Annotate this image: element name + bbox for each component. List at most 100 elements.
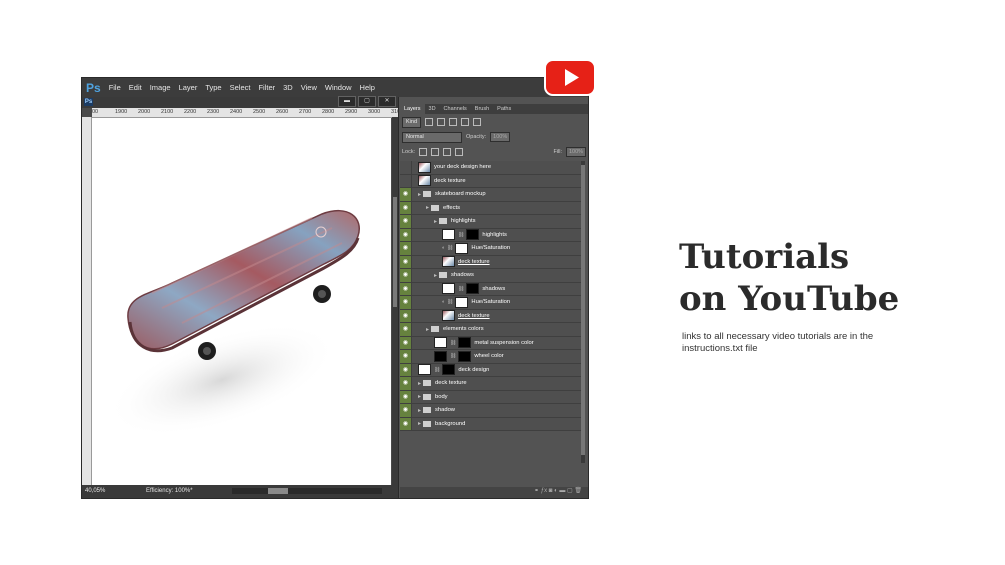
tab-layers[interactable]: Layers — [400, 104, 425, 114]
eye-icon[interactable]: ◉ — [400, 215, 412, 228]
layer-row[interactable]: ◉ ⛓ wheel color — [400, 350, 582, 364]
layer-row[interactable]: ◉ ◐ ⛓ Hue/Saturation — [400, 296, 582, 310]
opacity-field[interactable]: 100% — [490, 132, 511, 142]
expand-chevron-icon[interactable]: ▸ — [434, 272, 437, 279]
menu-view[interactable]: View — [301, 83, 317, 92]
layer-row[interactable]: ◉ ▸ elements colors — [400, 323, 582, 337]
eye-icon[interactable]: ◉ — [400, 390, 412, 403]
layer-row[interactable]: ◉ ▸ background — [400, 417, 582, 431]
eye-icon[interactable]: ◉ — [400, 336, 412, 349]
layer-row[interactable]: ◉ ⛓ shadows — [400, 282, 582, 296]
expand-chevron-icon[interactable]: ▸ — [418, 380, 421, 387]
eye-icon[interactable]: ◉ — [400, 188, 412, 201]
eye-icon[interactable]: ◉ — [400, 363, 412, 376]
layer-row[interactable]: ◉ deck texture — [400, 309, 582, 323]
filter-type-icon[interactable] — [449, 118, 458, 126]
layer-row[interactable]: ◉ ⛓ metal suspension color — [400, 336, 582, 350]
expand-chevron-icon[interactable]: ▸ — [426, 204, 429, 211]
chain-link-icon[interactable]: ⛓ — [447, 245, 453, 251]
new-group-icon[interactable]: ▬ — [559, 488, 567, 494]
zoom-level[interactable]: 40,05% — [85, 488, 105, 494]
eye-icon[interactable] — [400, 161, 412, 174]
trash-icon[interactable]: 🗑 — [574, 488, 582, 494]
layer-row[interactable]: ◉ ▸ skateboard mockup — [400, 188, 582, 202]
menu-filter[interactable]: Filter — [258, 83, 275, 92]
lock-all-icon[interactable] — [455, 148, 464, 156]
canvas-vertical-scrollbar[interactable] — [392, 117, 398, 485]
youtube-logo-icon[interactable] — [544, 59, 596, 96]
tab-brush[interactable]: Brush — [471, 104, 493, 114]
expand-chevron-icon[interactable]: ▸ — [426, 326, 429, 333]
eye-icon[interactable]: ◉ — [400, 228, 412, 241]
tab-3d[interactable]: 3D — [425, 104, 440, 114]
layer-row[interactable]: ◉ ⛓ highlights — [400, 228, 582, 242]
eye-icon[interactable]: ◉ — [400, 282, 412, 295]
expand-chevron-icon[interactable]: ▸ — [418, 407, 421, 414]
chain-link-icon[interactable]: ⛓ — [450, 340, 456, 346]
filter-pixel-icon[interactable] — [425, 118, 434, 126]
filter-smartobject-icon[interactable] — [473, 118, 482, 126]
eye-icon[interactable]: ◉ — [400, 309, 412, 322]
blend-mode-select[interactable]: Normal — [402, 131, 462, 143]
filter-adjustment-icon[interactable] — [437, 118, 446, 126]
eye-icon[interactable]: ◉ — [400, 350, 412, 363]
eye-icon[interactable]: ◉ — [400, 269, 412, 282]
menu-file[interactable]: File — [109, 83, 121, 92]
layers-scrollbar[interactable] — [581, 161, 585, 463]
menu-type[interactable]: Type — [205, 83, 221, 92]
menu-layer[interactable]: Layer — [179, 83, 198, 92]
tab-paths[interactable]: Paths — [493, 104, 515, 114]
eye-icon[interactable]: ◉ — [400, 404, 412, 417]
eye-icon[interactable]: ◉ — [400, 296, 412, 309]
layer-row[interactable]: ◉ ▸ shadows — [400, 269, 582, 283]
eye-icon[interactable]: ◉ — [400, 242, 412, 255]
layer-row[interactable]: ◉ ▸ effects — [400, 201, 582, 215]
filter-shape-icon[interactable] — [461, 118, 470, 126]
menu-help[interactable]: Help — [360, 83, 375, 92]
eye-icon[interactable]: ◉ — [400, 201, 412, 214]
expand-chevron-icon[interactable]: ▸ — [434, 218, 437, 225]
chain-link-icon[interactable]: ⛓ — [450, 353, 456, 359]
canvas-horizontal-scrollbar[interactable] — [232, 488, 382, 494]
tab-channels[interactable]: Channels — [440, 104, 471, 114]
chain-link-icon[interactable]: ⛓ — [458, 232, 464, 238]
menu-select[interactable]: Select — [230, 83, 251, 92]
lock-image-icon[interactable] — [431, 148, 440, 156]
maximize-button[interactable]: ▢ — [358, 96, 376, 107]
eye-icon[interactable]: ◉ — [400, 377, 412, 390]
expand-chevron-icon[interactable]: ▸ — [418, 420, 421, 427]
fill-field[interactable]: 100% — [566, 147, 586, 157]
eye-icon[interactable]: ◉ — [400, 323, 412, 336]
lock-position-icon[interactable] — [443, 148, 452, 156]
menu-edit[interactable]: Edit — [129, 83, 142, 92]
minimize-button[interactable]: ▬ — [338, 96, 356, 107]
menu-3d[interactable]: 3D — [283, 83, 293, 92]
chain-link-icon[interactable]: ⛓ — [458, 286, 464, 292]
eye-icon[interactable]: ◉ — [400, 417, 412, 430]
layer-row[interactable]: ◉ ◐ ⛓ Hue/Saturation — [400, 242, 582, 256]
layer-row[interactable]: ◉ ▸ body — [400, 390, 582, 404]
layer-row[interactable]: deck texture — [400, 174, 582, 188]
filter-kind-select[interactable]: Kind — [402, 116, 422, 128]
chain-link-icon[interactable]: ⛓ — [447, 299, 453, 305]
expand-chevron-icon[interactable]: ▸ — [418, 393, 421, 400]
layer-row[interactable]: ◉ deck texture — [400, 255, 582, 269]
lock-transparent-icon[interactable] — [419, 148, 428, 156]
expand-chevron-icon[interactable]: ▸ — [418, 191, 421, 198]
layer-row[interactable]: ◉ ⛓ deck design — [400, 363, 582, 377]
eye-icon[interactable] — [400, 174, 412, 187]
layer-row[interactable]: ◉ ▸ shadow — [400, 404, 582, 418]
layer-row[interactable]: your deck design here — [400, 161, 582, 175]
menu-image[interactable]: Image — [150, 83, 171, 92]
close-button[interactable]: ✕ — [378, 96, 396, 107]
link-layers-icon[interactable]: ⚭ — [534, 488, 541, 494]
eye-icon[interactable]: ◉ — [400, 255, 412, 268]
layer-name: deck texture — [435, 380, 467, 387]
layer-mask-thumbnail — [458, 337, 472, 349]
layer-row[interactable]: ◉ ▸ highlights — [400, 215, 582, 229]
layer-row[interactable]: ◉ ▸ deck texture — [400, 377, 582, 391]
fx-icon[interactable]: ƒx — [541, 488, 549, 494]
chain-link-icon[interactable]: ⛓ — [434, 367, 440, 373]
canvas[interactable] — [92, 118, 391, 485]
menu-window[interactable]: Window — [325, 83, 352, 92]
